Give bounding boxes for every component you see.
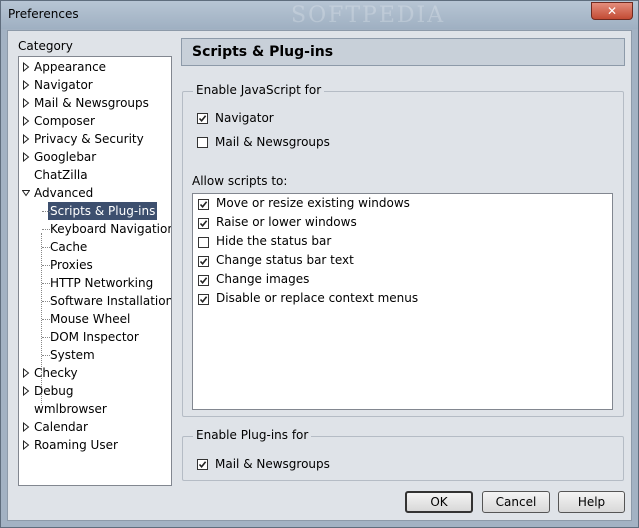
category-tree[interactable]: Appearance Navigator Mail & Newsgroups Comp… [18, 56, 172, 486]
navigator-js-checkbox[interactable] [197, 113, 208, 124]
tree-connector [42, 319, 50, 320]
tree-item-label: Scripts & Plug-ins [48, 202, 158, 220]
collapsed-triangle-icon[interactable] [22, 134, 30, 144]
check-icon [199, 220, 208, 228]
tree-item-label: Software Installation [50, 294, 172, 308]
check-icon [199, 296, 208, 304]
tree-connector [42, 229, 50, 230]
collapsed-triangle-icon[interactable] [22, 98, 30, 108]
category-label: Category [18, 39, 73, 53]
tree-item-label: DOM Inspector [50, 330, 139, 344]
collapsed-triangle-icon[interactable] [22, 116, 30, 126]
collapsed-triangle-icon[interactable] [22, 62, 30, 72]
check-icon [199, 258, 208, 266]
help-button[interactable]: Help [558, 491, 625, 513]
allow-script-label[interactable]: Change images [216, 272, 309, 286]
tree-item-label: ChatZilla [34, 168, 88, 182]
tree-item[interactable]: wmlbrowser [19, 400, 171, 418]
close-button[interactable]: ✕ [591, 2, 633, 20]
tree-connector [42, 301, 50, 302]
tree-item-label: Keyboard Navigation [50, 222, 172, 236]
tree-item-label: Privacy & Security [34, 132, 144, 146]
check-icon [199, 201, 208, 209]
mail-js-checkbox[interactable] [197, 137, 208, 148]
tree-item-label: Advanced [34, 186, 94, 200]
collapsed-triangle-icon[interactable] [22, 152, 30, 162]
check-icon [199, 277, 208, 285]
expanded-triangle-icon[interactable] [22, 188, 30, 198]
allow-script-checkbox[interactable] [198, 218, 209, 229]
allow-script-label[interactable]: Hide the status bar [216, 234, 331, 248]
tree-item[interactable]: ChatZilla [19, 166, 171, 184]
tree-item[interactable]: Debug [19, 382, 171, 400]
navigator-js-label[interactable]: Navigator [215, 111, 274, 125]
tree-connector [42, 355, 50, 356]
tree-item-label: Navigator [34, 78, 93, 92]
tree-item-label: Mail & Newsgroups [34, 96, 149, 110]
allow-script-label[interactable]: Disable or replace context menus [216, 291, 418, 305]
allow-scripts-label: Allow scripts to: [192, 174, 288, 188]
tree-item[interactable]: Roaming User [19, 436, 171, 454]
tree-item[interactable]: Appearance [19, 58, 171, 76]
window-title: Preferences [8, 7, 79, 21]
check-icon [198, 461, 207, 469]
mail-plugins-label[interactable]: Mail & Newsgroups [215, 457, 330, 471]
tree-item-label: Roaming User [34, 438, 118, 452]
tree-item[interactable]: Advanced [19, 184, 171, 202]
tree-item[interactable]: Checky [19, 364, 171, 382]
mail-js-label[interactable]: Mail & Newsgroups [215, 135, 330, 149]
allow-script-label[interactable]: Change status bar text [216, 253, 354, 267]
allow-script-label[interactable]: Raise or lower windows [216, 215, 357, 229]
tree-item-label: wmlbrowser [34, 402, 107, 416]
tree-item-label: Appearance [34, 60, 107, 74]
tree-connector [42, 337, 50, 338]
tree-item-label: Mouse Wheel [50, 312, 131, 326]
tree-item-label: Calendar [34, 420, 88, 434]
allow-script-checkbox[interactable] [198, 275, 209, 286]
panel-title: Scripts & Plug-ins [192, 44, 334, 60]
collapsed-triangle-icon[interactable] [22, 368, 30, 378]
tree-item-label: Cache [50, 240, 88, 254]
dialog-body: Category Appearance Navigator Mail & Newsg… [7, 30, 632, 521]
tree-connector [42, 265, 50, 266]
allow-script-checkbox[interactable] [198, 256, 209, 267]
tree-connector [42, 247, 50, 248]
panel-header: Scripts & Plug-ins [181, 38, 625, 66]
allow-scripts-list[interactable]: Move or resize existing windows Raise or … [192, 193, 613, 410]
check-icon [198, 115, 207, 123]
tree-item[interactable]: Navigator [19, 76, 171, 94]
collapsed-triangle-icon[interactable] [22, 386, 30, 396]
enable-javascript-legend: Enable JavaScript for [193, 83, 325, 97]
tree-item-label: Checky [34, 366, 78, 380]
tree-item-label: HTTP Networking [50, 276, 154, 290]
cancel-button[interactable]: Cancel [482, 491, 550, 513]
tree-connector [42, 283, 50, 284]
ok-button[interactable]: OK [405, 491, 473, 513]
tree-item-label: Proxies [50, 258, 93, 272]
tree-item[interactable]: Googlebar [19, 148, 171, 166]
tree-item[interactable]: Privacy & Security [19, 130, 171, 148]
softpedia-watermark: SOFTPEDIA [291, 3, 446, 28]
tree-item[interactable]: Calendar [19, 418, 171, 436]
tree-item-label: Googlebar [34, 150, 97, 164]
preferences-window: Preferences SOFTPEDIA ✕ Category Appeara… [0, 0, 639, 528]
allow-script-checkbox[interactable] [198, 294, 209, 305]
title-bar[interactable]: Preferences SOFTPEDIA ✕ [1, 1, 638, 29]
close-icon: ✕ [606, 4, 618, 18]
collapsed-triangle-icon[interactable] [22, 422, 30, 432]
tree-item[interactable]: Mail & Newsgroups [19, 94, 171, 112]
tree-connector [42, 211, 50, 212]
tree-item-label: System [50, 348, 95, 362]
collapsed-triangle-icon[interactable] [22, 440, 30, 450]
allow-script-label[interactable]: Move or resize existing windows [216, 196, 410, 210]
tree-item-label: Composer [34, 114, 95, 128]
allow-script-checkbox[interactable] [198, 237, 209, 248]
collapsed-triangle-icon[interactable] [22, 80, 30, 90]
tree-item[interactable]: Composer [19, 112, 171, 130]
enable-plugins-legend: Enable Plug-ins for [193, 428, 312, 442]
mail-plugins-checkbox[interactable] [197, 459, 208, 470]
tree-item-label: Debug [34, 384, 74, 398]
allow-script-checkbox[interactable] [198, 199, 209, 210]
